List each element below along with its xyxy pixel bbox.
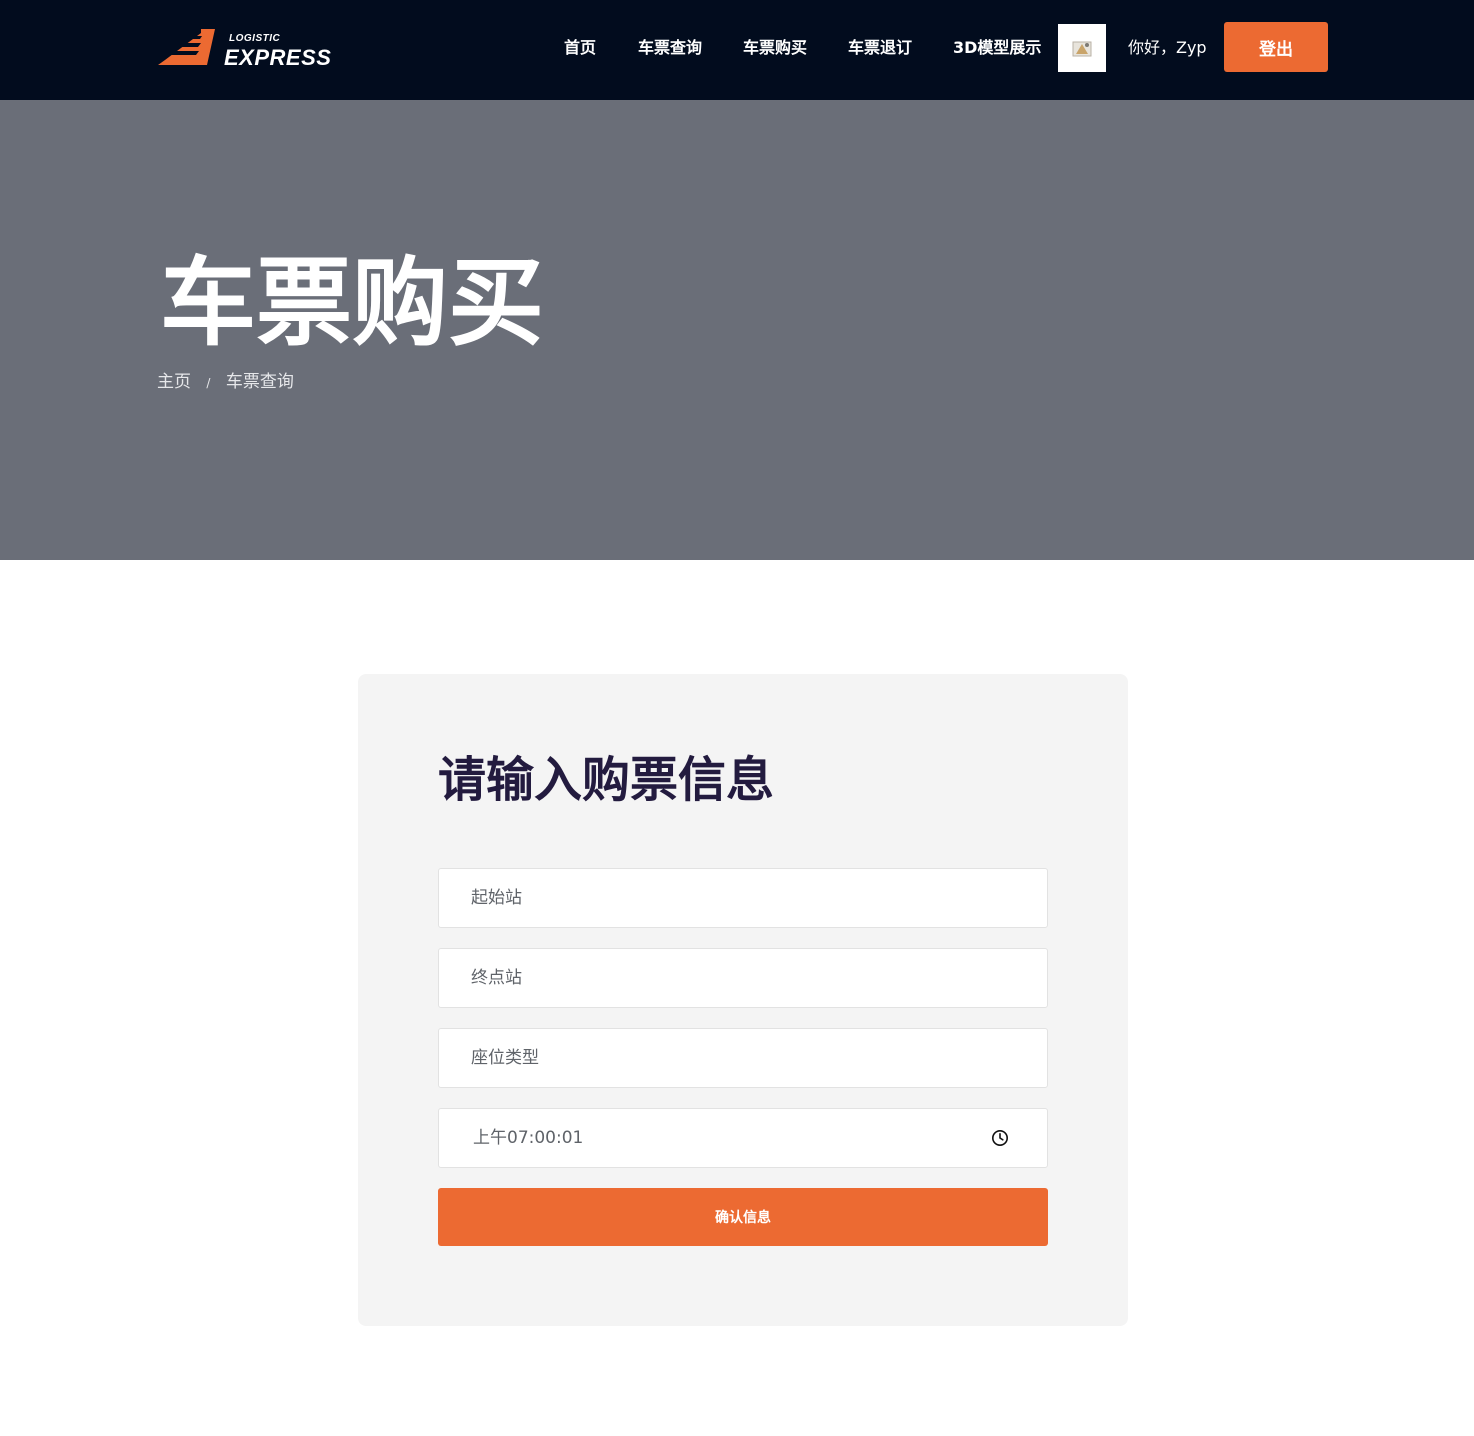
logo-small-text: LOGISTIC bbox=[229, 33, 281, 44]
top-navbar: LOGISTIC EXPRESS 首页 车票查询 车票购买 车票退订 3D模型展… bbox=[0, 0, 1474, 100]
breadcrumb-home[interactable]: 主页 bbox=[157, 370, 191, 394]
avatar-image-icon bbox=[1072, 41, 1092, 57]
end-station-input[interactable] bbox=[439, 949, 1047, 1007]
form-title: 请输入购票信息 bbox=[438, 752, 775, 808]
start-station-input[interactable] bbox=[439, 869, 1047, 927]
logo[interactable]: LOGISTIC EXPRESS bbox=[157, 27, 337, 71]
breadcrumb-current: 车票查询 bbox=[225, 372, 294, 392]
nav-link-3d-model[interactable]: 3D模型展示 bbox=[953, 36, 1041, 60]
start-station-field bbox=[438, 868, 1048, 928]
page-banner: 车票购买 主页 / 车票查询 bbox=[0, 100, 1474, 560]
purchase-form-card: 请输入购票信息 上午07:00:01 确认信息 bbox=[358, 674, 1128, 1326]
nav-link-ticket-refund[interactable]: 车票退订 bbox=[848, 36, 912, 60]
clock-icon[interactable] bbox=[991, 1129, 1009, 1147]
logout-button[interactable]: 登出 bbox=[1224, 22, 1328, 72]
logo-big-text: EXPRESS bbox=[224, 45, 332, 70]
end-station-field bbox=[438, 948, 1048, 1008]
avatar[interactable] bbox=[1058, 24, 1106, 72]
nav-link-ticket-query[interactable]: 车票查询 bbox=[638, 36, 702, 60]
nav-link-ticket-purchase[interactable]: 车票购买 bbox=[743, 36, 807, 60]
time-value: 上午07:00:01 bbox=[473, 1128, 584, 1148]
time-input[interactable]: 上午07:00:01 bbox=[438, 1108, 1048, 1168]
seat-type-field bbox=[438, 1028, 1048, 1088]
seat-type-input[interactable] bbox=[439, 1029, 1047, 1087]
page-title: 车票购买 bbox=[160, 247, 544, 359]
nav-link-home[interactable]: 首页 bbox=[564, 36, 596, 60]
breadcrumb-separator: / bbox=[206, 376, 211, 390]
breadcrumb: 主页 / 车票查询 bbox=[157, 370, 294, 394]
user-greeting: 你好，Zyp bbox=[1128, 38, 1207, 57]
confirm-button[interactable]: 确认信息 bbox=[438, 1188, 1048, 1246]
logo-mark-icon bbox=[158, 29, 215, 65]
